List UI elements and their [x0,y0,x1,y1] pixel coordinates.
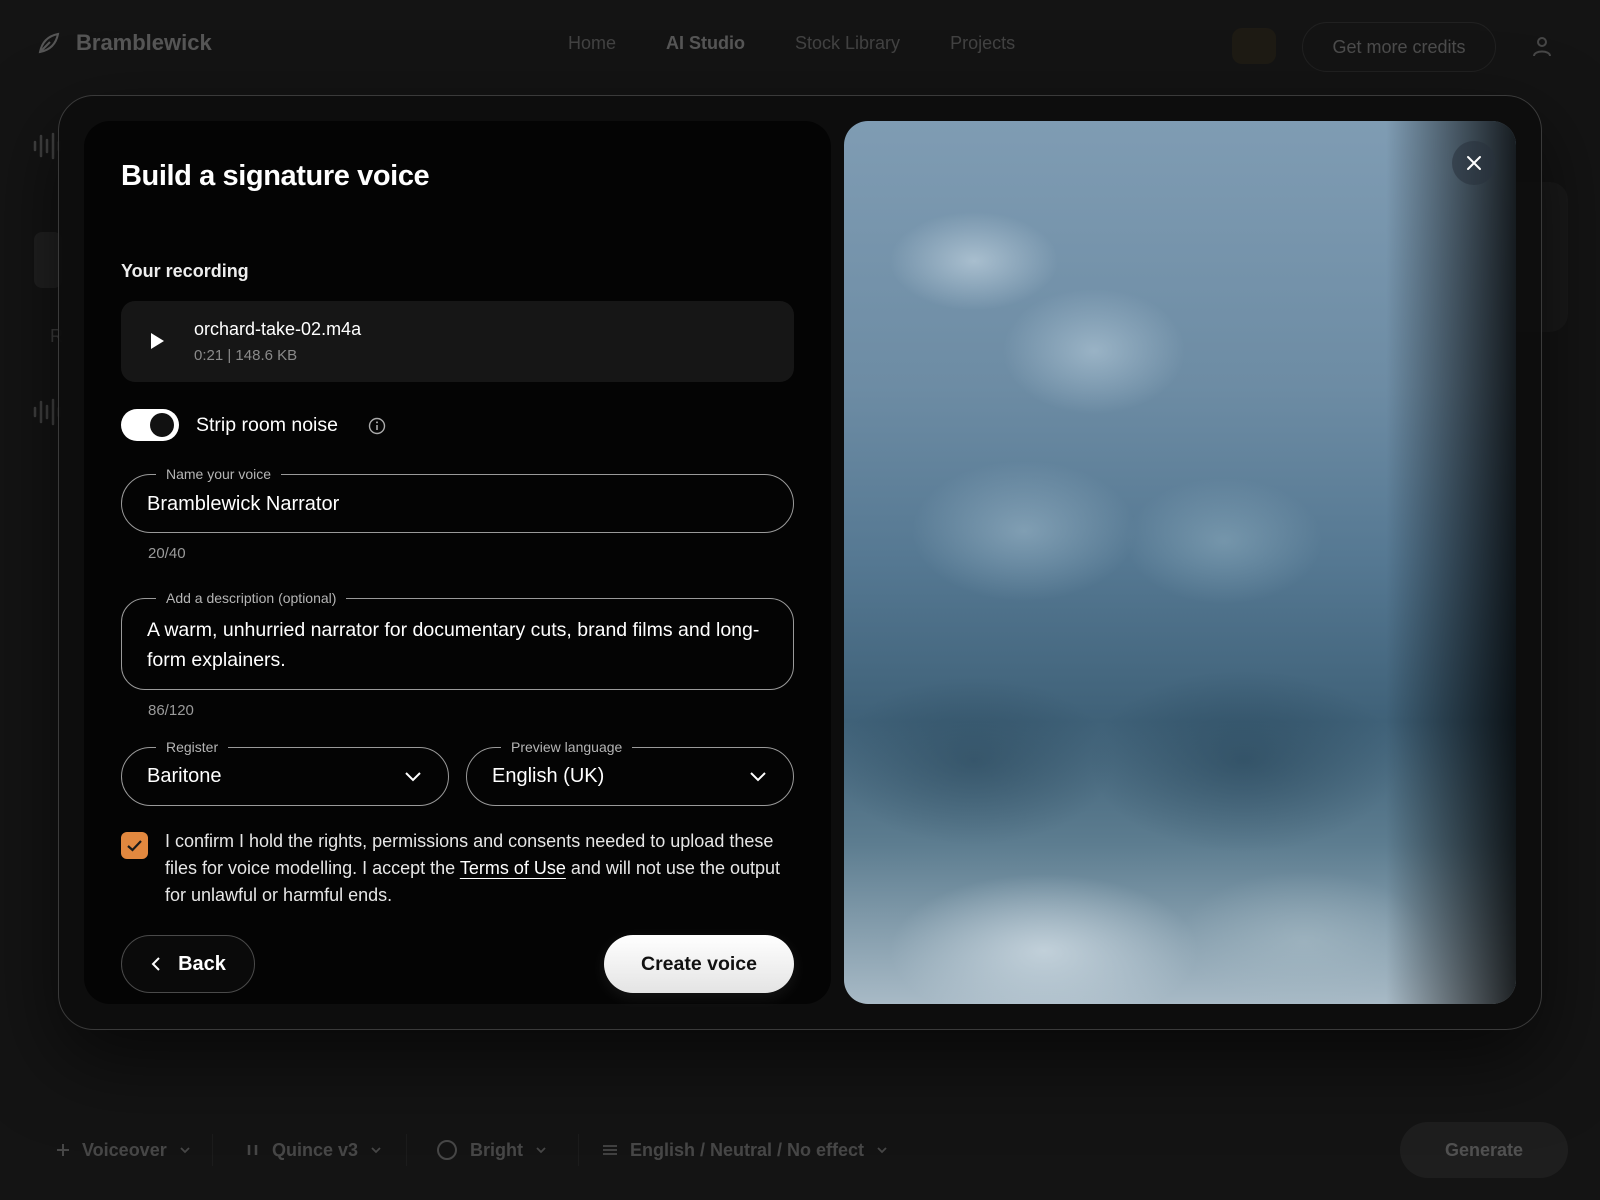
nav-item-projects[interactable]: Projects [950,33,1015,54]
play-icon[interactable] [147,329,167,353]
tone-label: Bright [470,1139,523,1160]
recording-section-label: Your recording [121,261,249,281]
voiceover-label: Voiceover [82,1139,167,1160]
get-more-credits-button[interactable]: Get more credits [1302,22,1496,72]
consent-text: I confirm I hold the rights, permissions… [165,828,795,909]
user-icon[interactable] [1530,34,1554,58]
bars-icon [247,1145,258,1155]
chevron-left-icon [151,957,160,971]
voice-name-counter: 20/40 [148,545,186,562]
chevron-down-icon [180,1147,190,1154]
consent-checkbox[interactable] [121,832,148,859]
terms-of-use-link[interactable]: Terms of Use [460,858,566,878]
strip-room-noise-toggle[interactable] [121,409,179,441]
voice-name-field[interactable]: Name your voice [121,465,794,533]
preview-language-select[interactable]: Preview language English (UK) [466,738,794,806]
dial-icon [437,1140,457,1160]
recording-file-meta: 0:21 | 148.6 KB [194,347,298,364]
back-button[interactable]: Back [121,935,255,993]
brand[interactable]: Bramblewick [36,30,212,56]
description-field[interactable]: Add a description (optional) A warm, unh… [121,589,794,690]
nav-item-home[interactable]: Home [568,33,616,54]
checkmark-icon [127,840,142,852]
divider [212,1134,213,1166]
bottom-toolbar: Voiceover Quince v3 Bright English / Neu… [0,1110,1600,1190]
chevron-down-icon [536,1147,546,1154]
chevron-down-icon [371,1147,381,1154]
preview-image-panel [844,121,1516,1004]
leaf-logo-icon [38,32,60,54]
preview-language-legend: Preview language [501,738,633,756]
toggle-knob [150,413,174,437]
plus-icon [57,1144,69,1156]
create-voice-button[interactable]: Create voice [604,935,794,993]
register-select[interactable]: Register Baritone [121,738,449,806]
strip-room-noise-label: Strip room noise [196,414,338,436]
voice-name-legend: Name your voice [156,465,282,483]
nav-item-ai-studio[interactable]: AI Studio [666,33,745,54]
lines-icon [603,1145,617,1155]
brand-name: Bramblewick [76,30,212,55]
info-icon[interactable] [368,417,386,435]
chevron-down-icon [750,772,766,782]
close-button[interactable] [1452,141,1496,185]
preview-language-value: English (UK) [492,765,605,787]
model-label: Quince v3 [272,1139,359,1160]
register-legend: Register [156,738,229,756]
generate-button[interactable]: Generate [1400,1122,1568,1178]
chevron-down-icon [405,772,421,782]
notification-badge[interactable] [1232,28,1276,64]
main-nav: Home AI Studio Stock Library Projects [568,33,1015,54]
chevron-down-icon [877,1147,887,1154]
register-value: Baritone [147,765,222,787]
nav-item-stock-library[interactable]: Stock Library [795,33,900,54]
divider [406,1134,407,1166]
back-button-label: Back [178,952,226,975]
voiceover-select[interactable]: Voiceover [56,1110,191,1190]
language-settings-label: English / Neutral / No effect [630,1139,865,1160]
model-select[interactable]: Quince v3 [246,1110,382,1190]
language-settings-select[interactable]: English / Neutral / No effect [602,1110,888,1190]
close-icon [1467,156,1481,170]
modal-title: Build a signature voice [121,160,430,192]
recording-card: orchard-take-02.m4a 0:21 | 148.6 KB [121,301,794,382]
description-legend: Add a description (optional) [156,589,347,607]
image-edge-shade [1386,121,1516,1004]
recording-file-name: orchard-take-02.m4a [194,319,362,339]
description-input[interactable]: A warm, unhurried narrator for documenta… [147,615,767,675]
description-counter: 86/120 [148,702,194,719]
top-navigation-bar: Bramblewick Home AI Studio Stock Library… [0,0,1600,94]
tone-select[interactable]: Bright [436,1110,547,1190]
voice-name-input[interactable] [147,491,767,517]
divider [578,1134,579,1166]
